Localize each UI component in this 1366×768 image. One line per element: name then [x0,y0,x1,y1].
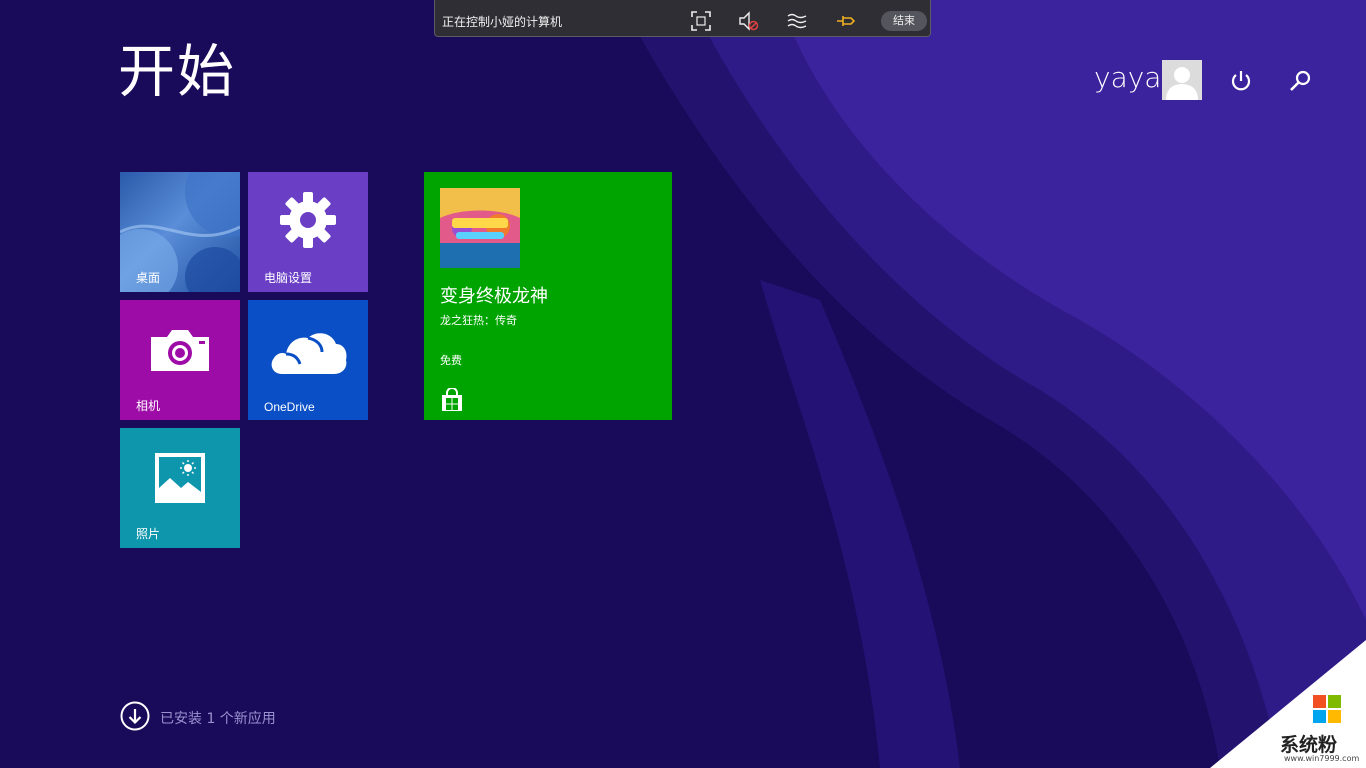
app-subtitle: 龙之狂热：传奇 [440,314,517,327]
power-icon[interactable] [1227,66,1255,96]
store-bag-icon [442,388,462,411]
search-icon[interactable] [1287,66,1315,96]
end-session-button[interactable]: 结束 [881,11,927,31]
quality-icon[interactable] [786,10,808,32]
tile-label: 桌面 [136,271,161,285]
mute-icon[interactable] [737,10,759,32]
game-art-icon [440,188,520,268]
camera-icon [151,330,209,371]
app-price: 免费 [440,354,462,367]
fullscreen-icon[interactable] [690,10,712,32]
tile-camera[interactable]: 相机 [120,300,240,420]
tile-label: 相机 [136,399,161,413]
app-title: 变身终极龙神 [440,286,548,307]
tile-photos[interactable]: 照片 [120,428,240,548]
tile-store-featured-app[interactable]: 变身终极龙神 龙之狂热：传奇 免费 [424,172,672,420]
tile-label: 照片 [136,527,161,541]
down-arrow-circle-icon [120,701,150,731]
user-avatar[interactable] [1162,60,1202,100]
tile-onedrive[interactable]: OneDrive [248,300,368,420]
user-silhouette-icon [1166,67,1198,100]
tile-label: OneDrive [264,400,315,414]
pin-icon[interactable] [835,10,857,32]
watermark-site: www.win7999.com [1284,754,1360,763]
user-name[interactable]: yaya [1094,64,1161,92]
site-watermark: 系统粉 www.win7999.com [1210,640,1366,768]
watermark-brand: 系统粉 [1280,734,1338,756]
tile-label: 电脑设置 [264,271,313,285]
tile-pc-settings[interactable]: 电脑设置 [248,172,368,292]
new-apps-installed-text: 已安装 1 个新应用 [160,711,276,727]
cloud-icon [271,333,347,374]
page-title: 开始 [118,39,236,105]
remote-control-bar: 正在控制小娅的计算机 结束 [434,0,931,37]
app-thumbnail [440,188,520,268]
remote-session-title: 正在控制小娅的计算机 [442,15,563,29]
gear-icon [280,192,336,248]
tile-desktop[interactable]: 桌面 [120,172,240,292]
photo-icon [155,453,205,503]
